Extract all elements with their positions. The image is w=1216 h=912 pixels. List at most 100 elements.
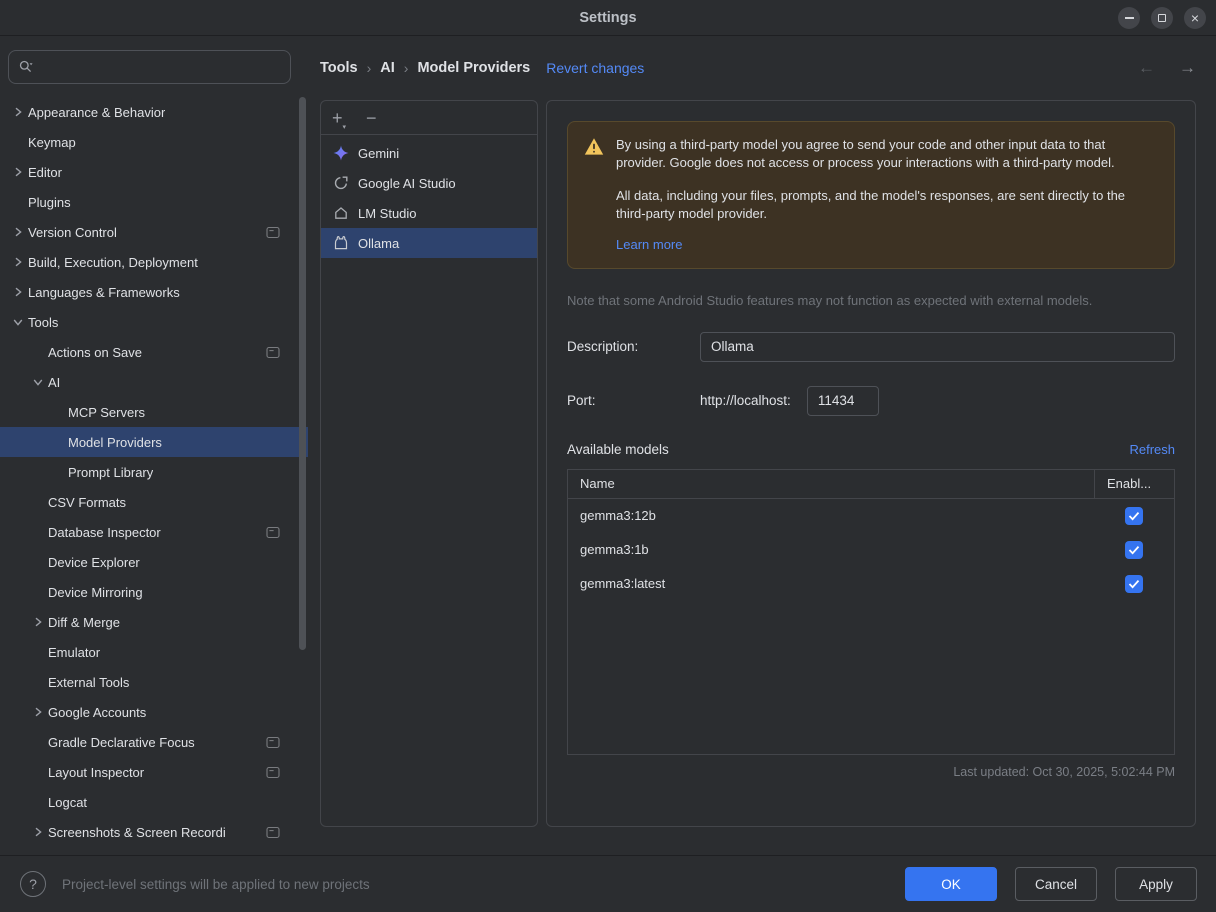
sidebar-item-ai[interactable]: AI [0,367,308,397]
chevron-down-icon[interactable] [8,314,28,330]
sidebar-item-prompt-library[interactable]: Prompt Library [0,457,308,487]
sidebar-item-label: Prompt Library [68,465,153,480]
chevron-spacer [28,344,48,360]
model-enabled-checkbox[interactable] [1125,507,1143,525]
warning-paragraph-1: By using a third-party model you agree t… [616,136,1158,173]
sidebar-item-label: Screenshots & Screen Recordi [48,825,226,840]
sidebar-item-model-providers[interactable]: Model Providers [0,427,308,457]
refresh-link[interactable]: Refresh [1129,442,1175,457]
sidebar-item-keymap[interactable]: Keymap [0,127,308,157]
learn-more-link[interactable]: Learn more [616,237,682,252]
sidebar-item-csv-formats[interactable]: CSV Formats [0,487,308,517]
chevron-spacer [48,404,68,420]
sidebar-item-plugins[interactable]: Plugins [0,187,308,217]
add-provider-button[interactable]: +▾ [332,109,346,127]
titlebar: Settings × [0,0,1216,36]
available-models-header: Available models Refresh [567,442,1175,457]
column-header-enabled[interactable]: Enabl... [1094,470,1174,498]
maximize-icon [1158,14,1166,22]
ok-button[interactable]: OK [905,867,997,901]
sidebar-item-logcat[interactable]: Logcat [0,787,308,817]
provider-item-gemini[interactable]: Gemini [321,138,537,168]
lm-studio-icon [333,205,349,221]
settings-sidebar: Appearance & Behavior KeymapEditorPlugins… [0,37,308,854]
model-name: gemma3:latest [568,576,1094,591]
sidebar-item-device-explorer[interactable]: Device Explorer [0,547,308,577]
chevron-right-icon[interactable] [8,224,28,240]
chevron-right-icon[interactable] [8,284,28,300]
chevron-right-icon[interactable] [28,824,48,840]
footer-note: Project-level settings will be applied t… [62,877,370,892]
sidebar-item-mcp-servers[interactable]: MCP Servers [0,397,308,427]
help-icon[interactable]: ? [20,871,46,897]
sidebar-item-external-tools[interactable]: External Tools [0,667,308,697]
revert-changes-link[interactable]: Revert changes [546,60,644,76]
chevron-spacer [28,524,48,540]
sidebar-item-layout-inspector[interactable]: Layout Inspector [0,757,308,787]
sidebar-item-label: Appearance & Behavior [28,105,165,120]
forward-arrow-icon[interactable]: → [1179,58,1196,78]
sidebar-item-device-mirroring[interactable]: Device Mirroring [0,577,308,607]
back-arrow-icon[interactable]: ← [1138,58,1155,78]
project-level-settings-icon [266,226,280,239]
port-input[interactable] [807,386,879,416]
chevron-right-icon[interactable] [8,254,28,270]
sidebar-item-languages-frameworks[interactable]: Languages & Frameworks [0,277,308,307]
provider-item-google-ai-studio[interactable]: Google AI Studio [321,168,537,198]
sidebar-item-label: AI [48,375,60,390]
minimize-button[interactable] [1118,7,1140,29]
sidebar-item-appearance-behavior[interactable]: Appearance & Behavior [0,97,308,127]
sidebar-item-database-inspector[interactable]: Database Inspector [0,517,308,547]
model-row-gemma3-latest: gemma3:latest [568,567,1174,601]
breadcrumb-tools[interactable]: Tools [320,60,358,76]
provider-item-lm-studio[interactable]: LM Studio [321,198,537,228]
sidebar-item-tools[interactable]: Tools [0,307,308,337]
chevron-down-icon[interactable] [28,374,48,390]
sidebar-item-label: CSV Formats [48,495,126,510]
sidebar-item-actions-on-save[interactable]: Actions on Save [0,337,308,367]
model-name: gemma3:1b [568,542,1094,557]
chevron-spacer [48,464,68,480]
sidebar-item-screenshots-screen-recordi[interactable]: Screenshots & Screen Recordi [0,817,308,847]
sidebar-item-editor[interactable]: Editor [0,157,308,187]
cancel-button[interactable]: Cancel [1015,867,1097,901]
model-enabled-cell [1094,575,1174,593]
chevron-right-icon[interactable] [8,164,28,180]
description-row: Description: [567,332,1175,362]
sidebar-item-version-control[interactable]: Version Control [0,217,308,247]
sidebar-item-label: Google Accounts [48,705,146,720]
footer-buttons: OK Cancel Apply [905,867,1197,901]
chevron-right-icon[interactable] [28,704,48,720]
port-row: Port: http://localhost: [567,386,1175,416]
apply-button[interactable]: Apply [1115,867,1197,901]
maximize-button[interactable] [1151,7,1173,29]
sidebar-scrollbar[interactable] [299,97,306,650]
search-input[interactable] [40,60,281,75]
sidebar-item-gradle-declarative-focus[interactable]: Gradle Declarative Focus [0,727,308,757]
description-input[interactable] [700,332,1175,362]
chevron-spacer [28,794,48,810]
sidebar-item-diff-merge[interactable]: Diff & Merge [0,607,308,637]
sidebar-item-emulator[interactable]: Emulator [0,637,308,667]
provider-toolbar: +▾ − [321,101,537,135]
breadcrumb-model-providers[interactable]: Model Providers [417,60,530,76]
chevron-right-icon[interactable] [28,614,48,630]
sidebar-item-build-execution-deployment[interactable]: Build, Execution, Deployment [0,247,308,277]
remove-provider-button[interactable]: − [366,109,377,127]
search-box [8,50,291,84]
close-button[interactable]: × [1184,7,1206,29]
sidebar-item-label: Languages & Frameworks [28,285,180,300]
sidebar-item-google-accounts[interactable]: Google Accounts [0,697,308,727]
model-row-gemma3-1b: gemma3:1b [568,533,1174,567]
warning-text: By using a third-party model you agree t… [616,136,1158,254]
column-header-name[interactable]: Name [568,476,1094,491]
chevron-right-icon[interactable] [8,104,28,120]
provider-item-ollama[interactable]: Ollama [321,228,537,258]
sidebar-item-label: Version Control [28,225,117,240]
chevron-spacer [48,434,68,450]
model-enabled-checkbox[interactable] [1125,541,1143,559]
model-enabled-checkbox[interactable] [1125,575,1143,593]
sidebar-item-label: Gradle Declarative Focus [48,735,195,750]
breadcrumb-ai[interactable]: AI [380,60,395,76]
chevron-spacer [28,494,48,510]
